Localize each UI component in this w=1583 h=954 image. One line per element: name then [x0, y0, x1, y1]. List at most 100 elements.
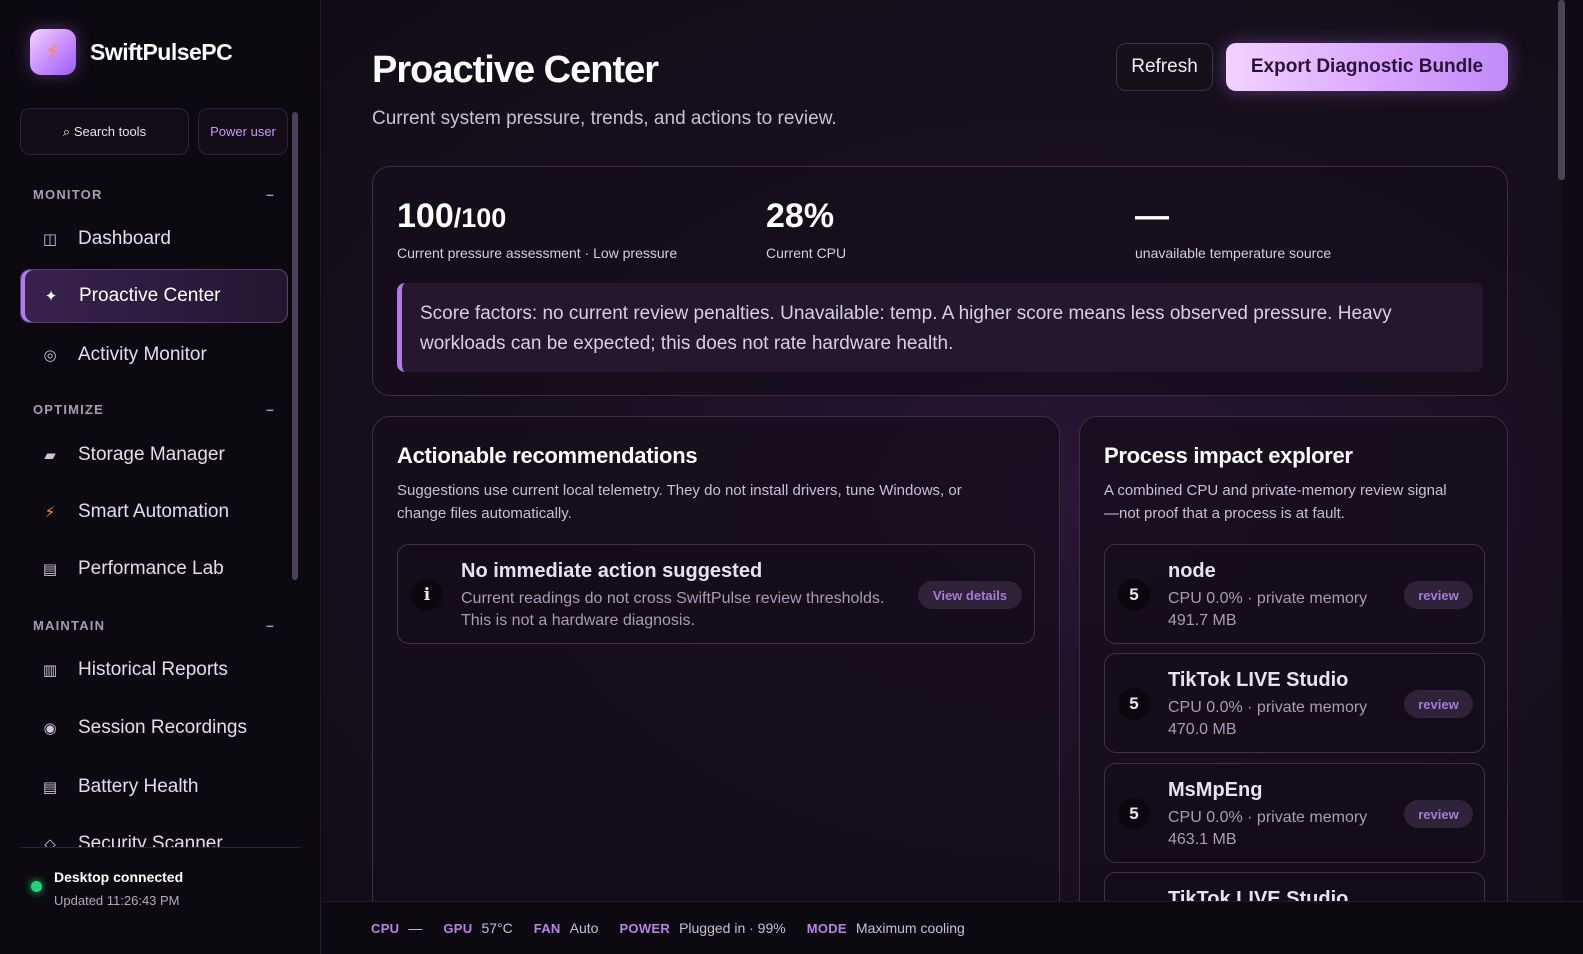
pressure-score: 100/100	[397, 197, 506, 236]
sidebar-item-dashboard[interactable]: ◫ Dashboard	[20, 212, 288, 266]
dashboard-icon: ◫	[42, 231, 58, 248]
recommendation-text-line: This is not a hardware diagnosis.	[461, 612, 695, 629]
app-name: SwiftPulsePC	[90, 38, 233, 65]
collapse-icon[interactable]: –	[266, 401, 275, 417]
sidebar-item-label: Activity Monitor	[78, 344, 207, 365]
status-power-key: POWER	[619, 920, 671, 936]
process-stats-line: 491.7 MB	[1168, 612, 1237, 629]
process-stats-line: CPU 0.0% · private memory	[1168, 699, 1368, 716]
process-item[interactable]: 5 TikTok LIVE Studio CPU 0.0% · private …	[1104, 653, 1485, 753]
cpu-value: 28%	[766, 197, 835, 235]
process-stats: CPU 0.0% · private memory 491.7 MB	[1168, 588, 1388, 632]
search-tools-label: ⌕ Search tools	[62, 123, 147, 139]
process-rank: 5	[1118, 798, 1150, 830]
info-icon: i	[411, 579, 443, 611]
sidebar-item-storage-manager[interactable]: ▰ Storage Manager	[20, 428, 288, 482]
sparkle-icon: ✦	[44, 288, 58, 305]
sidebar-scrollbar[interactable]	[292, 112, 298, 580]
process-stats-line: CPU 0.0% · private memory	[1168, 809, 1368, 826]
refresh-button[interactable]: Refresh	[1116, 43, 1213, 91]
sidebar-item-security-scanner[interactable]: ◇ Security Scanner	[20, 820, 288, 847]
description-line: A combined CPU and private-memory review…	[1104, 482, 1447, 499]
sidebar-item-battery-health[interactable]: ▤ Battery Health	[20, 760, 288, 814]
sidebar-item-label: Historical Reports	[78, 659, 228, 680]
review-button[interactable]: review	[1404, 690, 1473, 718]
search-tools-button[interactable]: ⌕ Search tools	[20, 108, 189, 155]
sidebar-item-label: Performance Lab	[78, 558, 224, 579]
storage-icon: ▰	[44, 447, 56, 464]
process-item[interactable]: 5 node CPU 0.0% · private memory 491.7 M…	[1104, 544, 1485, 644]
sidebar-item-label: Security Scanner	[78, 833, 223, 847]
section-monitor[interactable]: MONITOR –	[33, 186, 275, 202]
status-fan-value: Auto	[569, 920, 599, 936]
sidebar-item-performance-lab[interactable]: ▤ Performance Lab	[20, 542, 288, 596]
sidebar-item-label: Dashboard	[78, 228, 171, 249]
pressure-summary-card: 100/100 Current pressure assessment · Lo…	[372, 166, 1508, 396]
pressure-score-suffix: /100	[453, 203, 507, 233]
recommendation-text-line: Current readings do not cross SwiftPulse…	[461, 590, 885, 607]
page-subtitle: Current system pressure, trends, and act…	[372, 108, 837, 129]
sidebar-item-label: Smart Automation	[78, 501, 230, 522]
process-name: TikTok LIVE Studio	[1168, 888, 1349, 901]
sidebar-item-activity-monitor[interactable]: ◎ Activity Monitor	[20, 328, 288, 382]
section-optimize[interactable]: OPTIMIZE –	[33, 401, 275, 417]
sidebar-item-label: Proactive Center	[79, 285, 221, 306]
process-rank: 5	[1118, 579, 1150, 611]
process-item[interactable]: 5 TikTok LIVE Studio	[1104, 872, 1485, 901]
status-cpu-key: CPU	[371, 920, 400, 936]
reports-icon: ▥	[42, 662, 58, 679]
process-stats: CPU 0.0% · private memory 463.1 MB	[1168, 807, 1388, 851]
power-user-button[interactable]: Power user	[198, 108, 288, 155]
sidebar-item-session-recordings[interactable]: ◉ Session Recordings	[20, 701, 288, 755]
pressure-score-value: 100	[397, 197, 454, 235]
sidebar-item-proactive-center[interactable]: ✦ Proactive Center	[20, 269, 288, 323]
process-name: node	[1168, 560, 1216, 582]
brand[interactable]: ⚡ SwiftPulsePC	[30, 29, 233, 75]
status-mode-key: MODE	[806, 920, 847, 936]
process-rank: 5	[1118, 688, 1150, 720]
process-stats-line: 463.1 MB	[1168, 831, 1237, 848]
process-impact-description: A combined CPU and private-memory review…	[1104, 479, 1447, 525]
main-scrollbar-track[interactable]	[1562, 0, 1583, 901]
recommendation-item: i No immediate action suggested Current …	[397, 544, 1035, 644]
process-item[interactable]: 5 MsMpEng CPU 0.0% · private memory 463.…	[1104, 763, 1485, 863]
recommendations-description: Suggestions use current local telemetry.…	[397, 479, 962, 525]
status-mode-value: Maximum cooling	[855, 920, 965, 936]
page-title: Proactive Center	[372, 49, 659, 91]
collapse-icon[interactable]: –	[266, 617, 275, 633]
pressure-score-label: Current pressure assessment · Low pressu…	[397, 245, 678, 261]
section-title: OPTIMIZE	[33, 401, 104, 417]
review-button[interactable]: review	[1404, 800, 1473, 828]
process-stats-line: 470.0 MB	[1168, 721, 1237, 738]
process-name: MsMpEng	[1168, 779, 1263, 801]
sidebar-item-smart-automation[interactable]: ⚡ Smart Automation	[20, 485, 288, 539]
status-cpu-value: —	[408, 920, 423, 936]
temperature-value: —	[1135, 197, 1169, 235]
export-diagnostic-bundle-button[interactable]: Export Diagnostic Bundle	[1226, 43, 1508, 91]
cpu-label: Current CPU	[766, 245, 847, 261]
power-user-label: Power user	[210, 124, 276, 139]
security-icon: ◇	[44, 836, 56, 847]
review-button[interactable]: review	[1404, 581, 1473, 609]
battery-icon: ▤	[42, 779, 58, 796]
section-maintain[interactable]: MAINTAIN –	[33, 617, 275, 633]
connection-updated: Updated 11:26:43 PM	[54, 893, 180, 908]
section-title: MAINTAIN	[33, 617, 106, 633]
sidebar-item-historical-reports[interactable]: ▥ Historical Reports	[20, 643, 288, 697]
process-impact-title: Process impact explorer	[1104, 443, 1353, 468]
recommendations-card: Actionable recommendations Suggestions u…	[372, 416, 1060, 901]
collapse-icon[interactable]: –	[266, 186, 275, 202]
status-power-value: Plugged in · 99%	[679, 920, 786, 936]
view-details-button[interactable]: View details	[918, 581, 1022, 609]
description-line: —not proof that a process is at fault.	[1104, 505, 1345, 522]
main-scrollbar-thumb[interactable]	[1558, 0, 1565, 180]
sidebar-item-label: Storage Manager	[78, 444, 225, 465]
status-fan-key: FAN	[533, 920, 561, 936]
connection-status-icon	[31, 881, 42, 892]
main-content: Proactive Center Current system pressure…	[322, 0, 1562, 901]
sidebar: ⚡ SwiftPulsePC ⌕ Search tools Power user…	[0, 0, 321, 954]
score-factors-note: Score factors: no current review penalti…	[397, 283, 1483, 372]
process-stats: CPU 0.0% · private memory 470.0 MB	[1168, 697, 1388, 741]
status-gpu-key: GPU	[443, 920, 473, 936]
connection-title: Desktop connected	[54, 869, 184, 885]
